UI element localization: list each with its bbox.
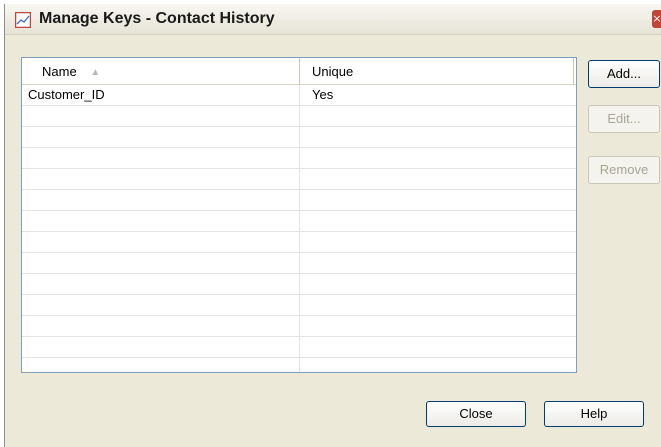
window-title: Manage Keys - Contact History xyxy=(39,10,275,27)
table-row[interactable] xyxy=(22,274,576,295)
table-row[interactable] xyxy=(22,148,576,169)
cell-unique xyxy=(300,316,576,336)
cell-name xyxy=(22,316,300,336)
table-row[interactable] xyxy=(22,106,576,127)
cell-name xyxy=(22,253,300,273)
table-row[interactable]: Customer_ID Yes xyxy=(22,85,576,106)
close-window-icon[interactable]: × xyxy=(652,10,661,28)
table-row[interactable] xyxy=(22,253,576,274)
close-button[interactable]: Close xyxy=(426,401,526,427)
table-row[interactable] xyxy=(22,232,576,253)
cell-name xyxy=(22,127,300,147)
table-header: Name ▲ Unique xyxy=(22,58,576,85)
cell-name xyxy=(22,358,300,372)
cell-unique xyxy=(300,274,576,294)
cell-name: Customer_ID xyxy=(22,85,300,105)
cell-unique xyxy=(300,211,576,231)
edit-button[interactable]: Edit... xyxy=(588,105,660,133)
cell-name xyxy=(22,106,300,126)
cell-unique xyxy=(300,127,576,147)
title-bar[interactable]: Manage Keys - Contact History × xyxy=(5,4,661,35)
table-row[interactable] xyxy=(22,316,576,337)
table-row[interactable] xyxy=(22,358,576,372)
help-button[interactable]: Help xyxy=(544,401,644,427)
cell-name xyxy=(22,190,300,210)
table-row[interactable] xyxy=(22,127,576,148)
column-header-label: Unique xyxy=(312,64,354,79)
column-header-label: Name xyxy=(42,64,77,79)
sort-ascending-icon: ▲ xyxy=(90,67,101,78)
table-row[interactable] xyxy=(22,190,576,211)
cell-unique xyxy=(300,358,576,372)
cell-unique xyxy=(300,295,576,315)
cell-unique xyxy=(300,190,576,210)
cell-unique xyxy=(300,337,576,357)
chart-line-icon xyxy=(14,11,32,29)
table-row[interactable] xyxy=(22,337,576,358)
add-button[interactable]: Add... xyxy=(588,60,660,88)
cell-name xyxy=(22,211,300,231)
cell-unique: Yes xyxy=(312,87,334,102)
table-row[interactable] xyxy=(22,295,576,316)
cell-name xyxy=(22,274,300,294)
cell-name xyxy=(22,148,300,168)
keys-table: Name ▲ Unique Customer_ID Yes xyxy=(21,57,577,373)
table-row[interactable] xyxy=(22,211,576,232)
cell-name xyxy=(22,232,300,252)
cell-name xyxy=(22,295,300,315)
column-header-unique[interactable]: Unique xyxy=(300,58,574,85)
column-header-name[interactable]: Name ▲ xyxy=(22,58,300,85)
cell-name xyxy=(22,169,300,189)
cell-unique xyxy=(300,232,576,252)
manage-keys-dialog: Manage Keys - Contact History × Name ▲ U… xyxy=(4,4,661,447)
cell-unique xyxy=(300,148,576,168)
table-row[interactable] xyxy=(22,169,576,190)
remove-button[interactable]: Remove xyxy=(588,156,660,184)
cell-name xyxy=(22,337,300,357)
cell-unique xyxy=(300,106,576,126)
cell-unique xyxy=(300,169,576,189)
cell-unique xyxy=(300,253,576,273)
